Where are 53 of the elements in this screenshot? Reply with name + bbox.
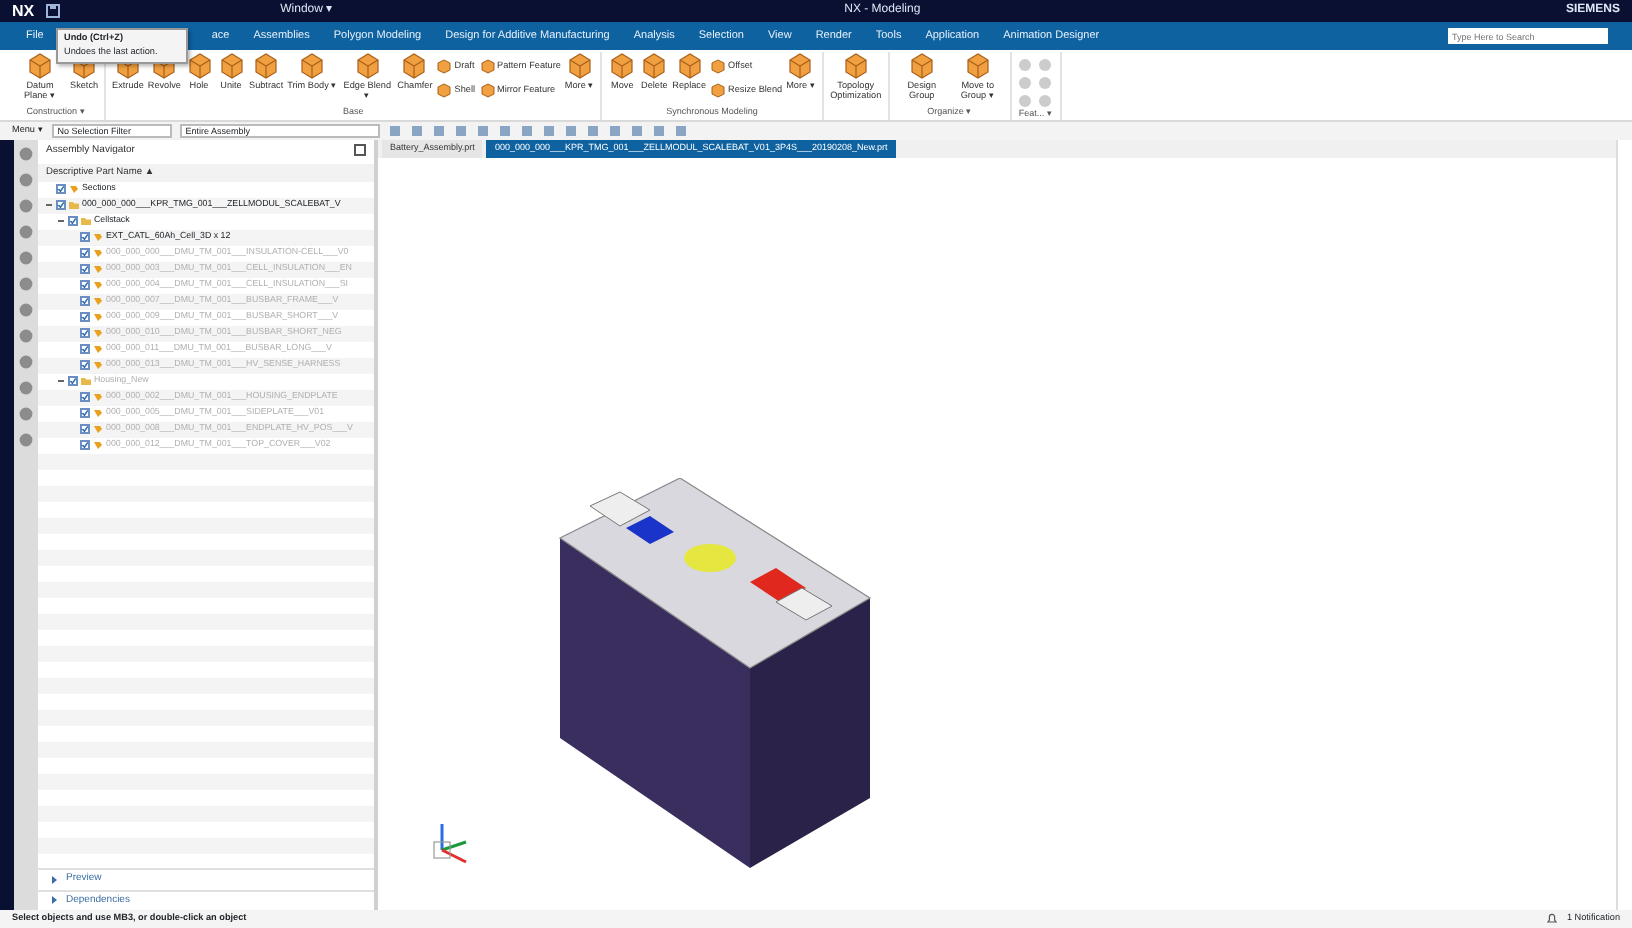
cube-icon (841, 52, 870, 80)
resource-bar-icon[interactable] (18, 328, 34, 344)
cube-icon (252, 52, 281, 80)
resource-bar-icon[interactable] (18, 302, 34, 318)
bell-icon (1546, 912, 1559, 925)
resource-bar-icon[interactable] (18, 198, 34, 214)
checkbox-icon[interactable] (56, 200, 66, 211)
cube-icon (185, 52, 213, 80)
resource-bar-icon[interactable] (18, 432, 34, 448)
checkbox-icon[interactable] (80, 360, 90, 371)
checkbox-icon[interactable] (80, 328, 90, 339)
resource-bar-icon[interactable] (18, 146, 34, 162)
checkbox-icon[interactable] (80, 312, 90, 323)
resource-bar-icon[interactable] (18, 250, 34, 266)
save-icon (46, 4, 61, 18)
checkbox-icon[interactable] (80, 264, 90, 275)
checkbox-icon[interactable] (80, 344, 90, 355)
logo: NX (12, 0, 35, 23)
checkbox-icon[interactable] (80, 440, 90, 451)
checkbox-icon[interactable] (80, 392, 90, 403)
expander-icon[interactable] (56, 376, 66, 387)
checkbox-icon[interactable] (80, 424, 90, 435)
cube-icon (675, 52, 704, 80)
expander-icon[interactable] (44, 200, 54, 211)
expander-icon[interactable] (56, 216, 66, 227)
checkbox-icon[interactable] (68, 216, 78, 227)
cube-icon (640, 52, 669, 80)
checkbox-icon[interactable] (80, 408, 90, 419)
cube-icon (217, 52, 245, 80)
checkbox-icon[interactable] (68, 376, 78, 387)
resource-bar-icon[interactable] (18, 276, 34, 292)
checkbox-icon[interactable] (56, 184, 66, 195)
cube-icon (963, 52, 992, 80)
cube-icon (565, 52, 594, 80)
resource-bar-icon[interactable] (18, 380, 34, 396)
resource-bar-icon[interactable] (18, 354, 34, 370)
checkbox-icon[interactable] (80, 232, 90, 243)
maximize-icon[interactable] (354, 144, 366, 156)
part-icon (68, 184, 80, 195)
folder-icon (80, 376, 92, 387)
cube-icon (907, 52, 936, 80)
checkbox-icon[interactable] (80, 248, 90, 259)
cube-icon (353, 52, 382, 80)
resource-bar-icon[interactable] (18, 224, 34, 240)
resource-bar-icon[interactable] (18, 172, 34, 188)
cube-icon (786, 52, 815, 80)
checkbox-icon[interactable] (80, 296, 90, 307)
resource-bar-icon[interactable] (18, 406, 34, 422)
cube-icon (26, 52, 54, 80)
cube-icon (298, 52, 327, 80)
checkbox-icon[interactable] (80, 280, 90, 291)
cube-icon (400, 52, 429, 80)
cube-icon (608, 52, 637, 80)
